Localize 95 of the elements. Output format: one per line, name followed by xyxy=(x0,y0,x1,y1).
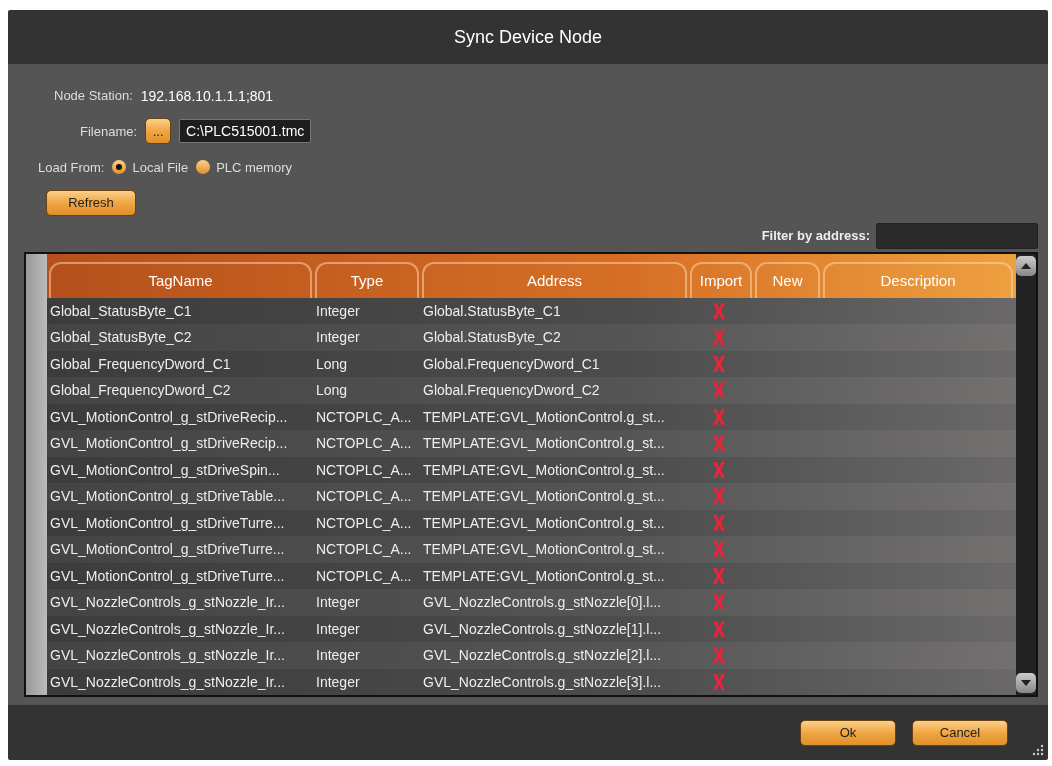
table-cell-text: NCTOPLC_A... xyxy=(315,514,413,531)
table-row[interactable]: GVL_NozzleControls_g_stNozzle_Ir... Integer GVL_NozzleControls.g_stNozzle[2].l... xyxy=(47,642,1016,669)
table-row[interactable]: Global_FrequencyDword_C2 Long Global.FrequencyDword_C2 xyxy=(47,377,1016,404)
node-station-value: 192.168.10.1.1.1;801 xyxy=(140,87,274,104)
table-cell-text: Integer xyxy=(315,620,361,637)
table-cell-text: GVL_NozzleControls.g_stNozzle[3].l... xyxy=(422,673,663,690)
radio-label: Local File xyxy=(132,159,189,175)
table-cell-text: GVL_MotionControl_g_stDriveSpin... xyxy=(49,461,281,478)
filter-label: Filter by address: xyxy=(761,228,870,243)
table-row[interactable]: GVL_MotionControl_g_stDriveTurre... NCTOPLC_A... TEMPLATE:GVL_MotionControl.g_st... xyxy=(47,562,1016,589)
table-row[interactable]: GVL_MotionControl_g_stDriveTurre... NCTOPLC_A... TEMPLATE:GVL_MotionControl.g_st... xyxy=(47,536,1016,563)
node-station-label: Node Station: xyxy=(54,88,133,104)
table-cell-text: Integer xyxy=(315,302,361,319)
cross-icon[interactable] xyxy=(712,381,726,400)
table-cell-text: GVL_MotionControl_g_stDriveTable... xyxy=(49,488,286,505)
table-cell-text: TEMPLATE:GVL_MotionControl.g_st... xyxy=(422,461,666,478)
table-cell-text: GVL_MotionControl_g_stDriveTurre... xyxy=(49,567,286,584)
table-cell-text: Global.StatusByte_C2 xyxy=(422,329,562,346)
scrollbar[interactable] xyxy=(1016,253,1036,695)
table-cell-text: TEMPLATE:GVL_MotionControl.g_st... xyxy=(422,567,666,584)
table-row[interactable]: GVL_MotionControl_g_stDriveSpin... NCTOPLC_A... TEMPLATE:GVL_MotionControl.g_st... xyxy=(47,456,1016,483)
cross-icon[interactable] xyxy=(712,434,726,453)
radio-button[interactable] xyxy=(112,160,127,175)
cross-icon[interactable] xyxy=(712,513,726,532)
table-cell-text: TEMPLATE:GVL_MotionControl.g_st... xyxy=(422,514,666,531)
table-cell-text: GVL_NozzleControls_g_stNozzle_Ir... xyxy=(49,594,286,611)
table-cell-text: Global_StatusByte_C1 xyxy=(49,302,193,319)
dialog-button[interactable]: Ok xyxy=(800,719,896,746)
table-cell-text: Integer xyxy=(315,329,361,346)
table-row[interactable]: GVL_NozzleControls_g_stNozzle_Ir... Integer GVL_NozzleControls.g_stNozzle[1].l... xyxy=(47,615,1016,642)
table-cell-text: GVL_NozzleControls_g_stNozzle_Ir... xyxy=(49,673,286,690)
table-cell-text: NCTOPLC_A... xyxy=(315,408,413,425)
table-cell-text: NCTOPLC_A... xyxy=(315,488,413,505)
cross-icon[interactable] xyxy=(712,354,726,373)
radio-label: PLC memory xyxy=(216,159,292,175)
cross-icon[interactable] xyxy=(712,566,726,585)
table-cell-text: GVL_NozzleControls.g_stNozzle[0].l... xyxy=(422,594,663,611)
load-from-label: Load From: xyxy=(38,159,105,175)
table-cell-text: Global.FrequencyDword_C2 xyxy=(422,382,601,399)
table-cell-text: Integer xyxy=(315,647,361,664)
table-cell-text: NCTOPLC_A... xyxy=(315,435,413,452)
scroll-up-icon[interactable] xyxy=(1016,255,1036,276)
filter-field[interactable] xyxy=(876,222,1038,249)
table-cell-text: TEMPLATE:GVL_MotionControl.g_st... xyxy=(422,541,666,558)
cross-icon[interactable] xyxy=(712,301,726,320)
radio-button[interactable] xyxy=(196,160,211,175)
table-cell-text: GVL_NozzleControls_g_stNozzle_Ir... xyxy=(49,647,286,664)
table-row[interactable]: GVL_NozzleControls_g_stNozzle_Ir... Integer GVL_NozzleControls.g_stNozzle[0].l... xyxy=(47,589,1016,616)
cross-icon[interactable] xyxy=(712,460,726,479)
table-cell-text: Integer xyxy=(315,594,361,611)
table-cell-text: TEMPLATE:GVL_MotionControl.g_st... xyxy=(422,435,666,452)
table-cell-text: TEMPLATE:GVL_MotionControl.g_st... xyxy=(422,408,666,425)
table-cell-text: GVL_MotionControl_g_stDriveRecip... xyxy=(49,408,289,425)
table-cell-text: Global_FrequencyDword_C1 xyxy=(49,355,232,372)
filename-field[interactable]: C:\PLC515001.tmc xyxy=(179,119,312,144)
table-cell-text: NCTOPLC_A... xyxy=(315,541,413,558)
cross-icon[interactable] xyxy=(712,672,726,691)
table-row[interactable]: Global_StatusByte_C1 Integer Global.StatusByte_C1 xyxy=(47,297,1016,324)
table-row[interactable]: GVL_MotionControl_g_stDriveTurre... NCTOPLC_A... TEMPLATE:GVL_MotionControl.g_st... xyxy=(47,509,1016,536)
cross-icon[interactable] xyxy=(712,619,726,638)
table-cell-text: Global_StatusByte_C2 xyxy=(49,329,193,346)
table-cell-text: GVL_MotionControl_g_stDriveTurre... xyxy=(49,541,286,558)
browse-button[interactable]: ... xyxy=(145,118,172,145)
table-cell-text: Long xyxy=(315,355,349,372)
filename-label: Filename: xyxy=(80,123,138,139)
cross-icon[interactable] xyxy=(712,407,726,426)
cross-icon[interactable] xyxy=(712,593,726,612)
table-cell-text: Global.FrequencyDword_C1 xyxy=(422,355,601,372)
table-row[interactable]: GVL_MotionControl_g_stDriveRecip... NCTOPLC_A... TEMPLATE:GVL_MotionControl.g_st... xyxy=(47,430,1016,457)
table-row[interactable]: Global_FrequencyDword_C1 Long Global.FrequencyDword_C1 xyxy=(47,350,1016,377)
cross-icon[interactable] xyxy=(712,487,726,506)
table-row[interactable]: GVL_NozzleControls_g_stNozzle_Ir... Integer GVL_NozzleControls.g_stNozzle[3].l... xyxy=(47,668,1016,695)
table-cell-text: GVL_NozzleControls.g_stNozzle[2].l... xyxy=(422,647,663,664)
cross-icon[interactable] xyxy=(712,540,726,559)
table-cell-text: NCTOPLC_A... xyxy=(315,567,413,584)
scroll-down-icon[interactable] xyxy=(1016,673,1036,693)
table-cell-text: Long xyxy=(315,382,349,399)
table-cell-text: GVL_MotionControl_g_stDriveTurre... xyxy=(49,514,286,531)
table-row[interactable]: GVL_MotionControl_g_stDriveTable... NCTOPLC_A... TEMPLATE:GVL_MotionControl.g_st... xyxy=(47,483,1016,510)
table-row[interactable]: GVL_MotionControl_g_stDriveRecip... NCTOPLC_A... TEMPLATE:GVL_MotionControl.g_st... xyxy=(47,403,1016,430)
table-row[interactable]: Global_StatusByte_C2 Integer Global.StatusByte_C2 xyxy=(47,324,1016,351)
resize-grip-icon[interactable] xyxy=(1032,744,1044,756)
table-cell-text: TEMPLATE:GVL_MotionControl.g_st... xyxy=(422,488,666,505)
table-cell-text: GVL_NozzleControls.g_stNozzle[1].l... xyxy=(422,620,663,637)
dialog-button[interactable]: Cancel xyxy=(912,719,1008,746)
table-cell-text: Global.StatusByte_C1 xyxy=(422,302,562,319)
table-cell-text: GVL_MotionControl_g_stDriveRecip... xyxy=(49,435,289,452)
table-cell-text: Integer xyxy=(315,673,361,690)
cross-icon[interactable] xyxy=(712,646,726,665)
window-title: Sync Device Node xyxy=(452,25,604,49)
refresh-button[interactable]: Refresh xyxy=(46,189,136,216)
cross-icon[interactable] xyxy=(712,328,726,347)
table-cell-text: Global_FrequencyDword_C2 xyxy=(49,382,232,399)
table-cell-text: NCTOPLC_A... xyxy=(315,461,413,478)
table-cell-text: GVL_NozzleControls_g_stNozzle_Ir... xyxy=(49,620,286,637)
